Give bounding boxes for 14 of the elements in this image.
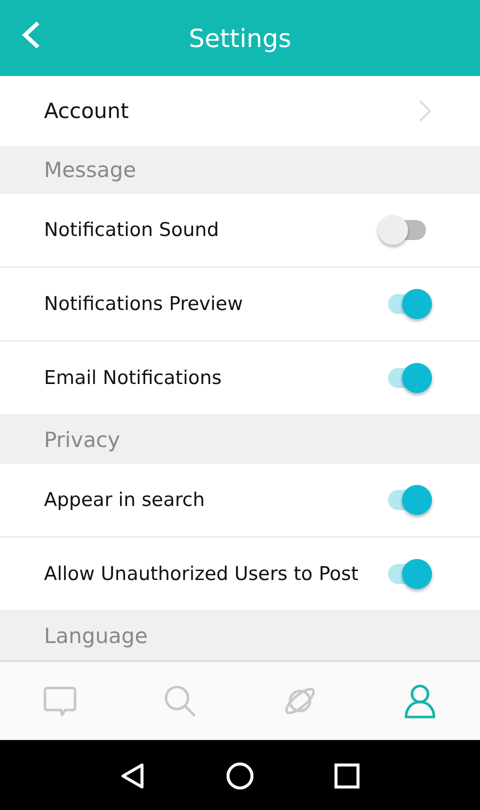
section-title: Privacy (44, 428, 120, 452)
setting-label: Notification Sound (44, 219, 219, 241)
section-title: Message (44, 158, 136, 182)
setting-label: Email Notifications (44, 367, 222, 389)
page-title: Settings (188, 24, 292, 52)
chevron-icon (418, 99, 432, 123)
home-icon[interactable] (224, 761, 255, 791)
recent-apps-icon[interactable] (332, 761, 362, 791)
section-title: Language (44, 624, 148, 648)
setting-label: Allow Unauthorized Users to Post (44, 563, 358, 585)
row-label: Account (44, 99, 129, 123)
back-icon[interactable] (20, 20, 42, 50)
setting-label: Appear in search (44, 489, 205, 511)
setting-label: Notifications Preview (44, 293, 243, 315)
